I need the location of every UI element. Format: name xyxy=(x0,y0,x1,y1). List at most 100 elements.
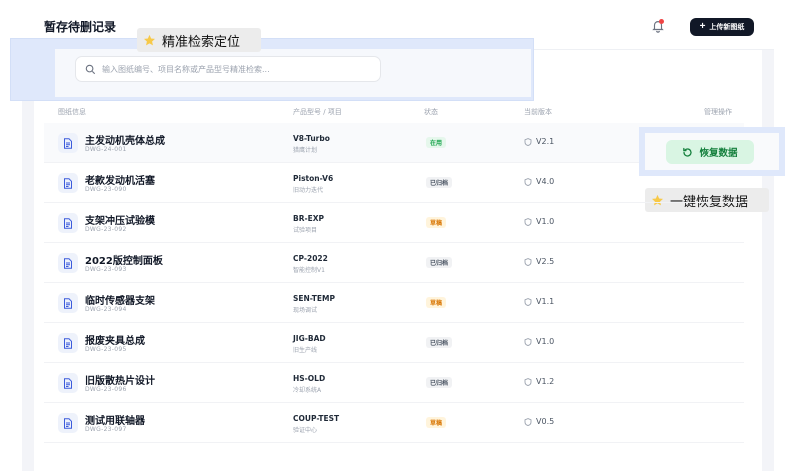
product-model: JIG-BAD xyxy=(293,334,326,343)
shield-icon xyxy=(524,297,532,306)
drawing-code: DWG-23-096 xyxy=(85,386,127,393)
project-name: 试验项目 xyxy=(293,227,318,234)
notification-dot xyxy=(659,19,664,24)
shield-icon xyxy=(524,217,532,226)
document-icon xyxy=(58,253,78,273)
table-row[interactable]: 2022版控制面板 DWG-23-093 CP-2022 智能控制V1 已归档 V2.5 xyxy=(44,243,744,283)
version-text: V1.0 xyxy=(536,337,555,346)
drawing-name: 测试用联轴器 xyxy=(85,416,145,427)
drawing-name: 主发动机壳体总成 xyxy=(85,136,165,147)
product-model: SEN-TEMP xyxy=(293,294,336,303)
column-header-actions: 管理操作 xyxy=(704,108,732,116)
version-text: V2.1 xyxy=(536,137,555,146)
document-icon xyxy=(58,213,78,233)
drawing-code: DWG-24-001 xyxy=(85,146,127,153)
app-window: 暂存待删记录 + 上传新图纸 精准检索定位 一键恢复数据 图纸信息 产品型号 / xyxy=(0,0,809,471)
version-cell: V1.0 xyxy=(524,337,554,346)
column-header-model: 产品型号 / 项目 xyxy=(293,108,342,116)
page-title: 暂存待删记录 xyxy=(44,20,117,34)
drawing-name: 旧版散热片设计 xyxy=(85,376,155,387)
version-cell: V1.2 xyxy=(524,377,554,386)
shield-icon xyxy=(524,257,532,266)
column-header-version: 当前版本 xyxy=(524,108,552,116)
table-row[interactable]: 旧版散热片设计 DWG-23-096 HS-OLD 冷却系统A 已归档 V1.2 xyxy=(44,363,744,403)
search-tip-text: 精准检索定位 xyxy=(162,34,241,50)
table-row[interactable]: 报废夹具总成 DWG-23-095 JIG-BAD 旧生产线 已归档 V1.0 xyxy=(44,323,744,363)
status-badge: 已归档 xyxy=(426,257,453,268)
upload-button-label: 上传新图纸 xyxy=(709,24,745,31)
project-name: 现场调试 xyxy=(293,307,318,314)
column-header-status: 状态 xyxy=(424,108,438,116)
status-badge: 草稿 xyxy=(426,417,447,428)
status-badge: 在用 xyxy=(426,137,447,148)
column-header-info: 图纸信息 xyxy=(58,108,86,116)
drawing-name: 2022版控制面板 xyxy=(85,256,163,267)
version-cell: V1.1 xyxy=(524,297,554,306)
project-name: 智能控制V1 xyxy=(293,267,325,274)
project-name: 冷却系统A xyxy=(293,387,322,394)
product-model: V8-Turbo xyxy=(293,134,330,143)
project-name: 旧生产线 xyxy=(293,347,318,354)
project-name: 旧动力迭代 xyxy=(293,187,324,194)
shield-icon xyxy=(524,177,532,186)
document-icon xyxy=(58,373,78,393)
drawing-code: DWG-23-092 xyxy=(85,226,127,233)
restore-button-label: 恢复数据 xyxy=(699,148,738,159)
project-name: 猎鹰计划 xyxy=(293,147,318,154)
document-icon xyxy=(58,293,78,313)
product-model: COUP-TEST xyxy=(293,414,340,423)
version-cell: V2.5 xyxy=(524,257,554,266)
drawing-code: DWG-23-095 xyxy=(85,346,127,353)
search-icon xyxy=(85,64,96,75)
version-text: V2.5 xyxy=(536,257,555,266)
version-cell: V4.0 xyxy=(524,177,554,186)
upload-drawing-button[interactable]: + 上传新图纸 xyxy=(690,18,754,36)
plus-icon: + xyxy=(699,21,706,32)
search-input[interactable] xyxy=(102,64,380,74)
status-badge: 草稿 xyxy=(426,297,447,308)
product-model: BR-EXP xyxy=(293,214,325,223)
drawing-name: 支架冲压试验模 xyxy=(85,216,155,227)
drawing-name: 报废夹具总成 xyxy=(85,336,145,347)
drawing-name: 临时传感器支架 xyxy=(85,296,155,307)
table-header: 图纸信息 产品型号 / 项目 状态 当前版本 管理操作 xyxy=(44,101,744,123)
content-frame-right xyxy=(762,46,774,471)
product-model: Piston-V6 xyxy=(293,174,334,183)
drawing-code: DWG-23-094 xyxy=(85,306,127,313)
status-badge: 已归档 xyxy=(426,337,453,348)
drawing-code: DWG-23-097 xyxy=(85,426,127,433)
restore-data-button[interactable]: 恢复数据 xyxy=(666,140,754,164)
product-model: HS-OLD xyxy=(293,374,326,383)
document-icon xyxy=(58,173,78,193)
drawing-name: 老款发动机活塞 xyxy=(85,176,155,187)
product-model: CP-2022 xyxy=(293,254,328,263)
status-badge: 已归档 xyxy=(426,377,453,388)
shield-icon xyxy=(524,337,532,346)
document-icon xyxy=(58,413,78,433)
version-text: V1.2 xyxy=(536,377,555,386)
document-icon xyxy=(58,333,78,353)
version-cell: V0.5 xyxy=(524,417,554,426)
project-name: 验证中心 xyxy=(293,427,318,434)
table-row[interactable]: 支架冲压试验模 DWG-23-092 BR-EXP 试验项目 草稿 V1.0 xyxy=(44,203,744,243)
document-icon xyxy=(58,133,78,153)
version-cell: V1.0 xyxy=(524,217,554,226)
version-cell: V2.1 xyxy=(524,137,554,146)
restore-icon xyxy=(683,147,693,157)
version-text: V4.0 xyxy=(536,177,555,186)
version-text: V0.5 xyxy=(536,417,555,426)
version-text: V1.1 xyxy=(536,297,555,306)
shield-icon xyxy=(524,417,532,426)
search-box[interactable] xyxy=(75,56,381,82)
star-icon xyxy=(143,34,156,45)
content-frame-left xyxy=(22,46,34,471)
search-tip-label: 精准检索定位 xyxy=(137,28,261,52)
table-row[interactable]: 临时传感器支架 DWG-23-094 SEN-TEMP 现场调试 草稿 V1.1 xyxy=(44,283,744,323)
shield-icon xyxy=(524,377,532,386)
drawing-code: DWG-23-093 xyxy=(85,266,127,273)
table-row[interactable]: 测试用联轴器 DWG-23-097 COUP-TEST 验证中心 草稿 V0.5 xyxy=(44,403,744,443)
status-badge: 草稿 xyxy=(426,217,447,228)
status-badge: 已归档 xyxy=(426,177,453,188)
version-text: V1.0 xyxy=(536,217,555,226)
shield-icon xyxy=(524,137,532,146)
